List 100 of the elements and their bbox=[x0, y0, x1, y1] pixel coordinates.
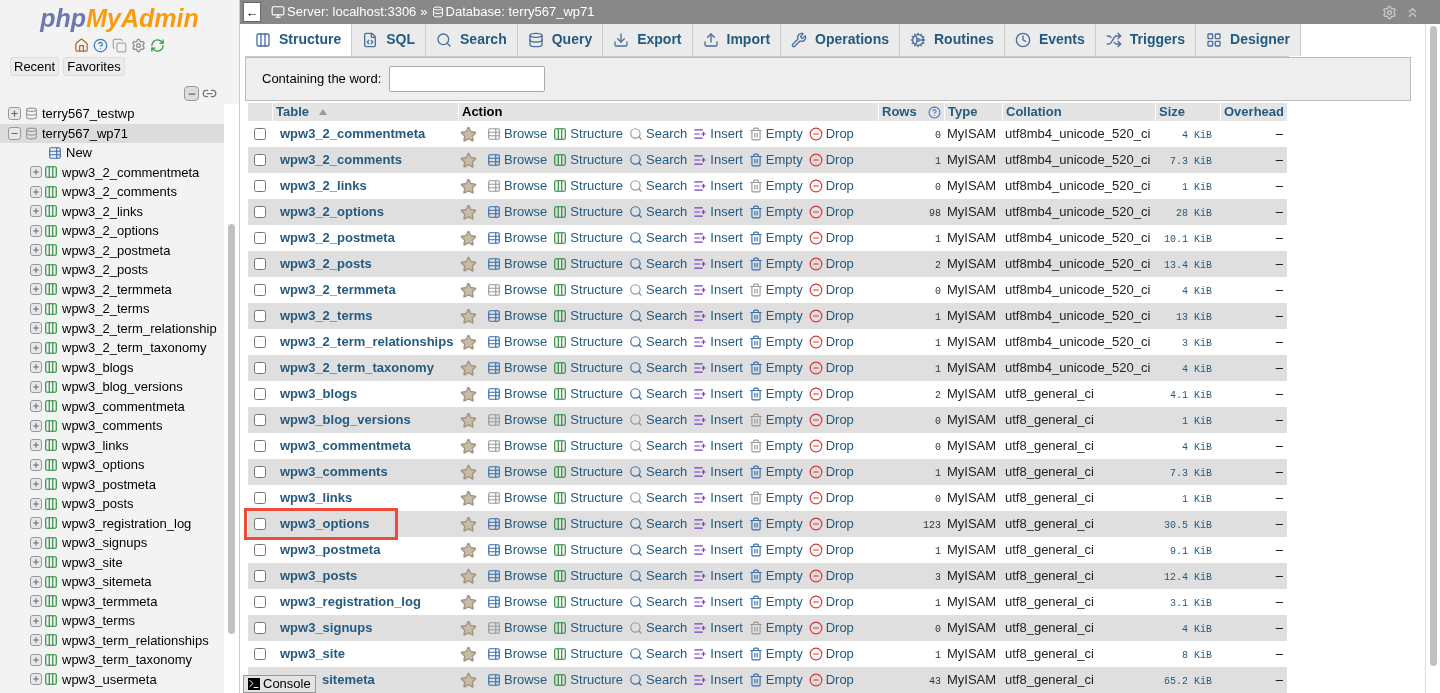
table-name-link[interactable]: wpw3_2_postmeta bbox=[280, 228, 395, 248]
table-link[interactable]: wpw3_2_term_relationship bbox=[62, 318, 217, 338]
expand-toggle[interactable] bbox=[30, 478, 42, 491]
table-link[interactable]: wpw3_blog_versions bbox=[62, 377, 183, 397]
insert-link[interactable]: Insert bbox=[710, 644, 743, 664]
favorite-star-icon[interactable] bbox=[460, 463, 477, 481]
search-link[interactable]: Search bbox=[646, 540, 688, 560]
drop-link[interactable]: Drop bbox=[825, 436, 854, 456]
empty-link[interactable]: Empty bbox=[765, 566, 803, 586]
favorite-star-icon[interactable] bbox=[460, 307, 477, 325]
empty-link[interactable]: Empty bbox=[765, 644, 803, 664]
favorite-star-icon[interactable] bbox=[460, 229, 477, 247]
table-link[interactable]: wpw3_2_termmeta bbox=[62, 279, 172, 299]
empty-link[interactable]: Empty bbox=[765, 384, 803, 404]
drop-link[interactable]: Drop bbox=[825, 280, 854, 300]
insert-link[interactable]: Insert bbox=[710, 540, 743, 560]
help-icon[interactable] bbox=[93, 38, 108, 53]
favorite-star-icon[interactable] bbox=[460, 281, 477, 299]
favorite-star-icon[interactable] bbox=[460, 645, 477, 663]
table-link[interactable]: wpw3_posts bbox=[62, 494, 134, 514]
help-icon[interactable] bbox=[928, 105, 941, 119]
insert-link[interactable]: Insert bbox=[710, 514, 743, 534]
table-name-link[interactable]: wpw3_2_termmeta bbox=[280, 280, 396, 300]
browse-link[interactable]: Browse bbox=[504, 228, 548, 248]
structure-link[interactable]: Structure bbox=[570, 124, 624, 144]
drop-link[interactable]: Drop bbox=[825, 384, 854, 404]
insert-link[interactable]: Insert bbox=[710, 124, 743, 144]
browse-link[interactable]: Browse bbox=[504, 514, 548, 534]
column-header[interactable]: Type bbox=[948, 102, 978, 122]
table-name-link[interactable]: sitemeta bbox=[322, 670, 375, 690]
drop-link[interactable]: Drop bbox=[825, 332, 854, 352]
expand-toggle[interactable] bbox=[30, 166, 42, 179]
drop-link[interactable]: Drop bbox=[825, 228, 854, 248]
browse-link[interactable]: Browse bbox=[504, 202, 548, 222]
insert-link[interactable]: Insert bbox=[710, 358, 743, 378]
favorite-star-icon[interactable] bbox=[460, 203, 477, 221]
expand-toggle[interactable] bbox=[30, 556, 42, 569]
tab[interactable]: Designer bbox=[1196, 24, 1301, 56]
browse-link[interactable]: Browse bbox=[504, 462, 548, 482]
favorite-star-icon[interactable] bbox=[460, 333, 477, 351]
row-checkbox[interactable] bbox=[254, 362, 266, 374]
search-link[interactable]: Search bbox=[646, 254, 688, 274]
tab[interactable]: Query bbox=[517, 24, 604, 56]
drop-link[interactable]: Drop bbox=[825, 176, 854, 196]
structure-link[interactable]: Structure bbox=[570, 566, 624, 586]
documents-icon[interactable] bbox=[112, 38, 127, 53]
tab[interactable]: Import bbox=[692, 24, 782, 56]
table-link[interactable]: wpw3_2_term_taxonomy bbox=[62, 338, 207, 358]
browse-link[interactable]: Browse bbox=[504, 332, 548, 352]
tab[interactable]: Export bbox=[603, 24, 693, 56]
row-checkbox[interactable] bbox=[254, 648, 266, 660]
drop-link[interactable]: Drop bbox=[825, 488, 854, 508]
server-link[interactable]: Server: localhost:3306 bbox=[287, 2, 417, 22]
expand-toggle[interactable] bbox=[30, 653, 42, 666]
drop-link[interactable]: Drop bbox=[825, 566, 854, 586]
row-checkbox[interactable] bbox=[254, 466, 266, 478]
table-name-link[interactable]: wpw3_2_term_relationships bbox=[280, 332, 454, 352]
column-header[interactable]: Rows bbox=[882, 102, 917, 122]
search-link[interactable]: Search bbox=[646, 150, 688, 170]
column-header[interactable]: Collation bbox=[1006, 102, 1062, 122]
search-link[interactable]: Search bbox=[646, 436, 688, 456]
table-name-link[interactable]: wpw3_commentmeta bbox=[280, 436, 411, 456]
new-table-link[interactable]: New bbox=[66, 143, 92, 163]
search-link[interactable]: Search bbox=[646, 176, 688, 196]
empty-link[interactable]: Empty bbox=[765, 514, 803, 534]
insert-link[interactable]: Insert bbox=[710, 202, 743, 222]
drop-link[interactable]: Drop bbox=[825, 670, 854, 690]
expand-toggle[interactable] bbox=[30, 263, 42, 276]
table-link[interactable]: wpw3_usermeta bbox=[62, 669, 157, 689]
insert-link[interactable]: Insert bbox=[710, 280, 743, 300]
structure-link[interactable]: Structure bbox=[570, 254, 624, 274]
empty-link[interactable]: Empty bbox=[765, 618, 803, 638]
structure-link[interactable]: Structure bbox=[570, 540, 624, 560]
table-name-link[interactable]: wpw3_2_links bbox=[280, 176, 367, 196]
table-name-link[interactable]: wpw3_options bbox=[280, 514, 370, 534]
empty-link[interactable]: Empty bbox=[765, 202, 803, 222]
expand-toggle[interactable] bbox=[30, 497, 42, 510]
expand-toggle[interactable] bbox=[30, 380, 42, 393]
tab[interactable]: Search bbox=[426, 24, 518, 56]
table-link[interactable]: wpw3_2_options bbox=[62, 221, 159, 241]
browse-link[interactable]: Browse bbox=[504, 150, 548, 170]
search-link[interactable]: Search bbox=[646, 566, 688, 586]
favorite-star-icon[interactable] bbox=[460, 567, 477, 585]
structure-link[interactable]: Structure bbox=[570, 176, 624, 196]
expand-toggle[interactable] bbox=[30, 614, 42, 627]
expand-toggle[interactable] bbox=[30, 673, 42, 686]
browse-link[interactable]: Browse bbox=[504, 358, 548, 378]
favorite-star-icon[interactable] bbox=[460, 437, 477, 455]
empty-link[interactable]: Empty bbox=[765, 436, 803, 456]
collapse-toggle[interactable] bbox=[8, 126, 21, 140]
expand-toggle[interactable] bbox=[30, 419, 42, 432]
search-link[interactable]: Search bbox=[646, 670, 688, 690]
browse-link[interactable]: Browse bbox=[504, 176, 548, 196]
browse-link[interactable]: Browse bbox=[504, 592, 548, 612]
favorite-star-icon[interactable] bbox=[460, 619, 477, 637]
drop-link[interactable]: Drop bbox=[825, 124, 854, 144]
insert-link[interactable]: Insert bbox=[710, 436, 743, 456]
table-link[interactable]: wpw3_links bbox=[62, 435, 129, 455]
empty-link[interactable]: Empty bbox=[765, 254, 803, 274]
table-name-link[interactable]: wpw3_site bbox=[280, 644, 346, 664]
